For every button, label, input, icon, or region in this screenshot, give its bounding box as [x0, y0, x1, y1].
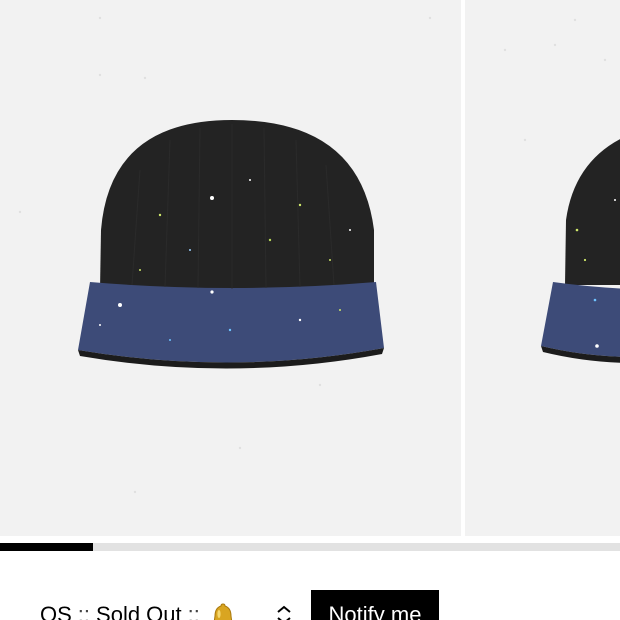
separator: ::: [77, 602, 91, 620]
carousel-progress-bar: [0, 543, 620, 551]
product-image-slide-2[interactable]: [465, 0, 620, 536]
beanie-front-image: [18, 16, 432, 494]
notify-me-button[interactable]: Notify me: [311, 590, 439, 620]
chevron-updown-icon[interactable]: [274, 604, 294, 620]
product-image-carousel[interactable]: [0, 0, 620, 536]
product-image-slide-1[interactable]: [0, 0, 461, 536]
size-value: OS: [40, 602, 72, 620]
carousel-progress-fill: [0, 543, 93, 551]
availability-status: Sold Out: [96, 602, 182, 620]
separator: ::: [187, 602, 200, 620]
size-variant-select[interactable]: OS :: Sold Out ::: [40, 600, 236, 620]
bell-icon: [210, 602, 236, 620]
purchase-row: OS :: Sold Out :: Notify me: [0, 590, 620, 620]
beanie-alt-image: [503, 18, 620, 363]
